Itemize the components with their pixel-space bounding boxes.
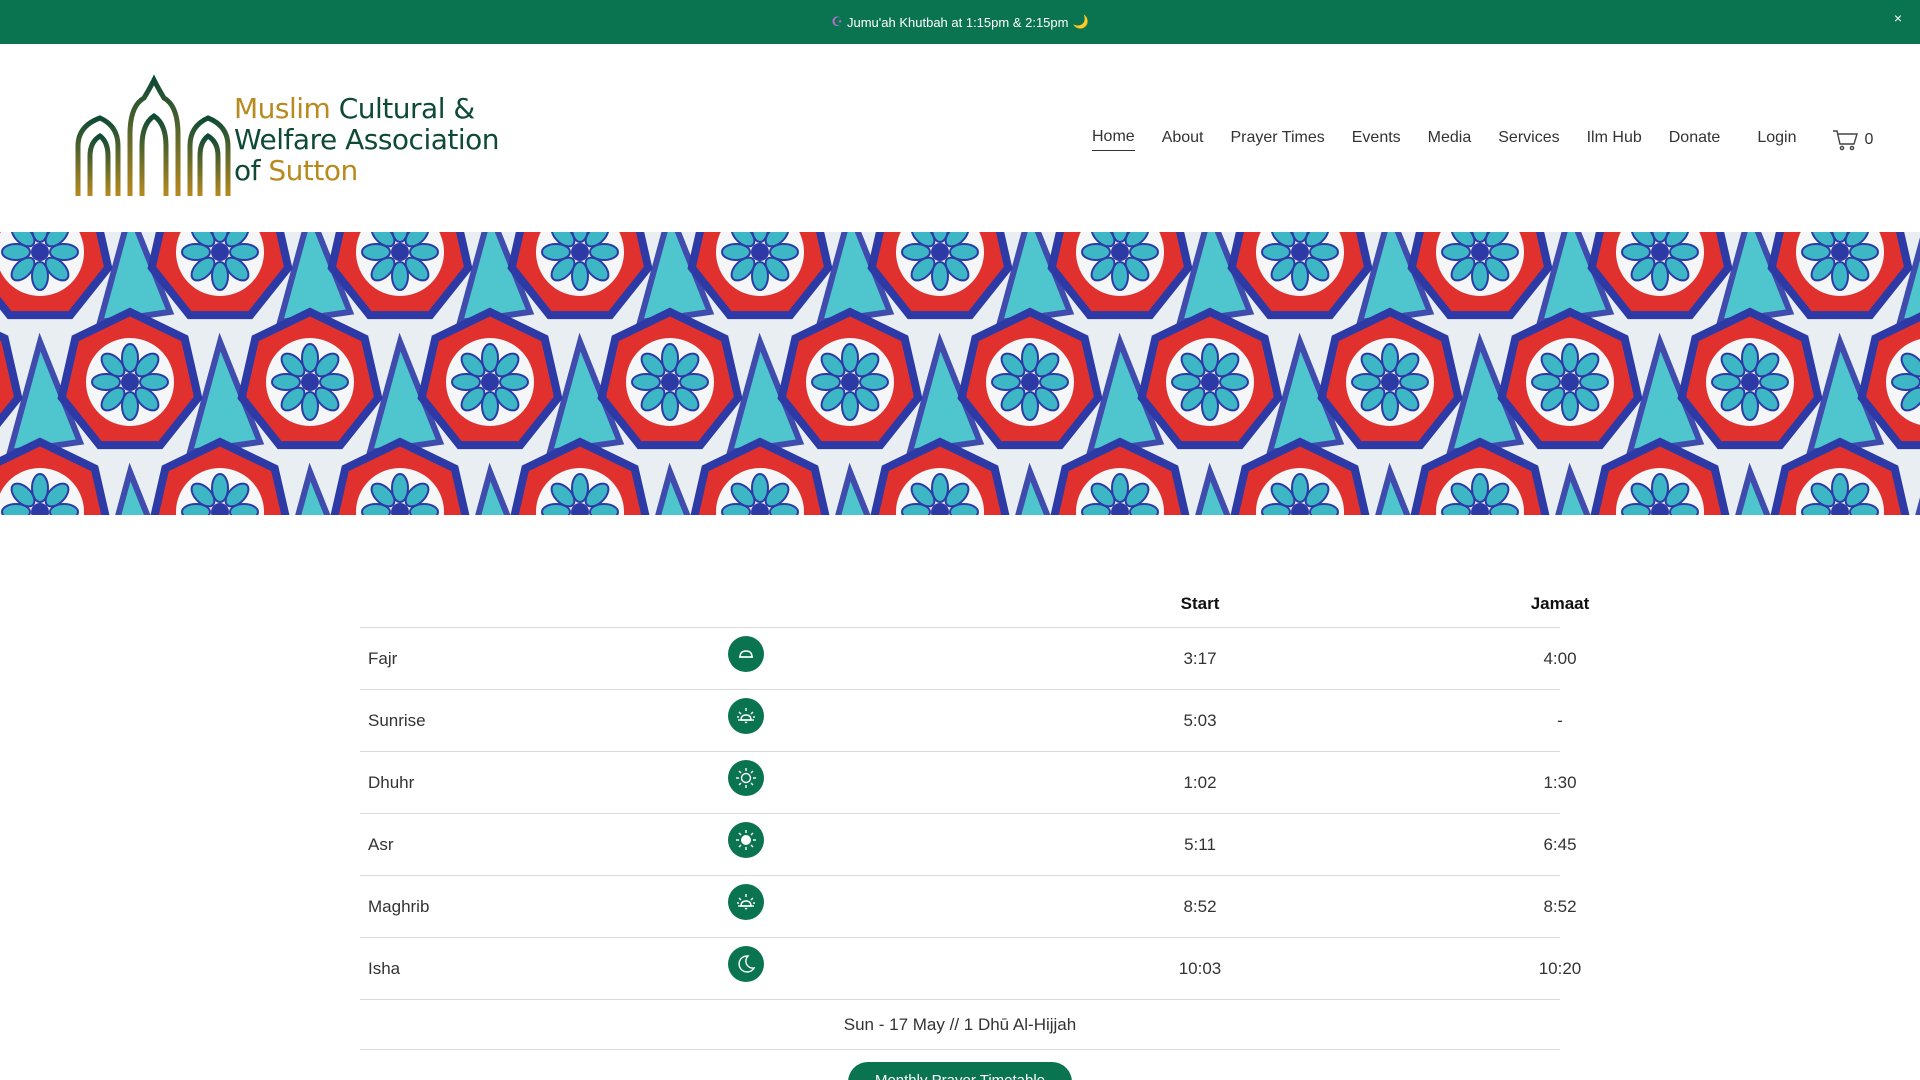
cart-button[interactable]: 0 bbox=[1832, 129, 1873, 151]
nav-item-about[interactable]: About bbox=[1162, 129, 1204, 151]
nav-item-services[interactable]: Services bbox=[1498, 129, 1559, 151]
table-row: Asr 5:11 6:45 bbox=[360, 814, 1577, 876]
mosque-logo-icon bbox=[75, 74, 231, 199]
prayer-start: 5:11 bbox=[1184, 834, 1216, 854]
nav-item-home[interactable]: Home bbox=[1092, 128, 1135, 151]
prayer-name: Asr bbox=[368, 834, 394, 854]
tile-pattern-image bbox=[0, 232, 1920, 515]
prayer-jamaat: 6:45 bbox=[1543, 834, 1577, 854]
table-row: Fajr 3:17 4:00 bbox=[360, 628, 1577, 690]
prayer-name: Dhuhr bbox=[368, 772, 415, 792]
table-row: Sunrise 5:03 - bbox=[360, 690, 1563, 752]
login-link[interactable]: Login bbox=[1757, 129, 1796, 151]
prayer-name: Isha bbox=[368, 958, 401, 978]
nav-item-media[interactable]: Media bbox=[1428, 129, 1472, 151]
prayer-name: Fajr bbox=[368, 648, 398, 668]
site-header: Muslim Cultural & Welfare Association of… bbox=[0, 44, 1920, 232]
moon-icon bbox=[728, 946, 764, 982]
logo-word-sutton: Sutton bbox=[268, 153, 358, 187]
date-line: Sun - 17 May // 1 Dhū Al-Hijjah bbox=[360, 1000, 1560, 1050]
logo-line-welfare: Welfare Association bbox=[234, 122, 500, 156]
dawn-icon bbox=[728, 636, 764, 672]
site-logo[interactable]: Muslim Cultural & Welfare Association of… bbox=[74, 74, 514, 204]
prayer-name: Sunrise bbox=[368, 710, 426, 730]
nav-item-prayer-times[interactable]: Prayer Times bbox=[1231, 129, 1325, 151]
nav-item-events[interactable]: Events bbox=[1352, 129, 1401, 151]
prayer-start: 10:03 bbox=[1178, 958, 1222, 978]
prayer-start: 1:02 bbox=[1183, 772, 1217, 792]
logo-word-muslim: Muslim bbox=[234, 91, 331, 125]
sunset-icon bbox=[728, 884, 764, 920]
prayer-jamaat: 10:20 bbox=[1538, 958, 1582, 978]
announcement-text: Jumu'ah Khutbah at 1:15pm & 2:15pm bbox=[847, 14, 1069, 30]
logo-word-of: of bbox=[234, 153, 261, 187]
prayer-start: 5:03 bbox=[1183, 710, 1217, 730]
prayer-times-table: Start Jamaat Fajr 3:17 4:00 Sunrise 5:03… bbox=[360, 580, 1589, 1050]
cart-count: 0 bbox=[1864, 130, 1874, 148]
moon-emoji-icon: 🌙 bbox=[1072, 14, 1089, 29]
nav-item-ilm-hub[interactable]: Ilm Hub bbox=[1587, 129, 1642, 151]
close-announcement-button[interactable]: × bbox=[1894, 10, 1902, 26]
table-row: Maghrib 8:52 8:52 bbox=[360, 876, 1577, 938]
header-jamaat: Jamaat bbox=[1530, 593, 1590, 613]
prayer-name: Maghrib bbox=[368, 896, 430, 916]
sun-outline-icon bbox=[728, 760, 764, 796]
sun-solid-icon bbox=[728, 822, 764, 858]
prayer-jamaat: 4:00 bbox=[1543, 648, 1577, 668]
crescent-emoji-icon: ☪ bbox=[831, 14, 843, 29]
logo-word-cultural: Cultural & bbox=[338, 91, 475, 125]
hero-tile-banner bbox=[0, 232, 1920, 515]
prayer-start: 8:52 bbox=[1183, 896, 1217, 916]
logo-text: Muslim Cultural & Welfare Association of… bbox=[234, 91, 500, 187]
main-nav: Home About Prayer Times Events Media Ser… bbox=[1092, 128, 1873, 151]
nav-item-donate[interactable]: Donate bbox=[1669, 129, 1721, 151]
announcement-bar: ☪ Jumu'ah Khutbah at 1:15pm & 2:15pm 🌙 × bbox=[0, 0, 1920, 44]
table-header: Start Jamaat bbox=[360, 580, 1589, 628]
table-row: Dhuhr 1:02 1:30 bbox=[360, 752, 1577, 814]
prayer-jamaat: - bbox=[1557, 710, 1563, 730]
prayer-start: 3:17 bbox=[1183, 648, 1217, 668]
table-row: Isha 10:03 10:20 bbox=[360, 938, 1581, 1000]
header-start: Start bbox=[1180, 593, 1220, 613]
sunrise-icon bbox=[728, 698, 764, 734]
cart-icon bbox=[1833, 129, 1859, 150]
prayer-jamaat: 1:30 bbox=[1543, 772, 1577, 792]
monthly-timetable-button[interactable]: Monthly Prayer Timetable bbox=[848, 1062, 1072, 1080]
prayer-jamaat: 8:52 bbox=[1543, 896, 1577, 916]
